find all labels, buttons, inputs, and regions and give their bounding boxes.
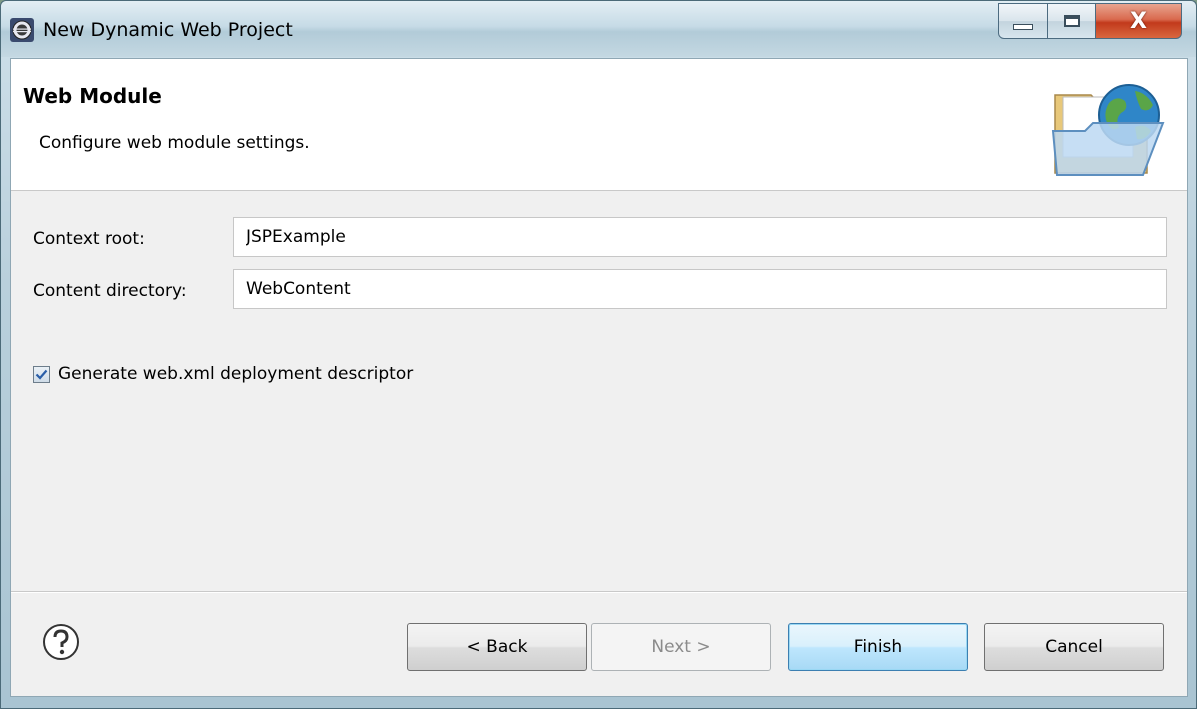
finish-button[interactable]: Finish	[788, 623, 968, 671]
window-controls: X	[998, 3, 1182, 41]
page-title: Web Module	[23, 84, 162, 108]
checkmark-icon	[35, 369, 48, 380]
minimize-icon	[1013, 24, 1033, 30]
generate-descriptor-checkbox[interactable]	[33, 365, 50, 383]
next-button[interactable]: Next >	[591, 623, 771, 671]
page-description: Configure web module settings.	[39, 133, 310, 153]
content-directory-input[interactable]	[233, 269, 1167, 309]
close-button[interactable]: X	[1096, 3, 1182, 39]
dialog-window: New Dynamic Web Project X Web Module Con…	[0, 0, 1197, 709]
wizard-banner: Web Module Configure web module settings…	[11, 59, 1187, 191]
back-button[interactable]: < Back	[407, 623, 587, 671]
folder-globe-icon	[1051, 84, 1165, 176]
eclipse-icon	[10, 18, 34, 42]
maximize-icon	[1063, 15, 1080, 27]
cancel-button[interactable]: Cancel	[984, 623, 1164, 671]
footer-separator	[11, 591, 1187, 593]
maximize-button[interactable]	[1048, 3, 1096, 39]
close-icon: X	[1130, 8, 1147, 34]
generate-descriptor-label[interactable]: Generate web.xml deployment descriptor	[58, 364, 413, 384]
dialog-client-area: Web Module Configure web module settings…	[10, 58, 1188, 697]
context-root-input[interactable]	[233, 217, 1167, 257]
generate-descriptor-row: Generate web.xml deployment descriptor	[33, 364, 413, 384]
content-directory-label: Content directory:	[33, 281, 187, 301]
help-icon[interactable]	[41, 622, 81, 662]
title-bar[interactable]: New Dynamic Web Project X	[1, 1, 1196, 57]
minimize-button[interactable]	[998, 3, 1048, 39]
window-title: New Dynamic Web Project	[43, 19, 293, 41]
context-root-label: Context root:	[33, 229, 145, 249]
